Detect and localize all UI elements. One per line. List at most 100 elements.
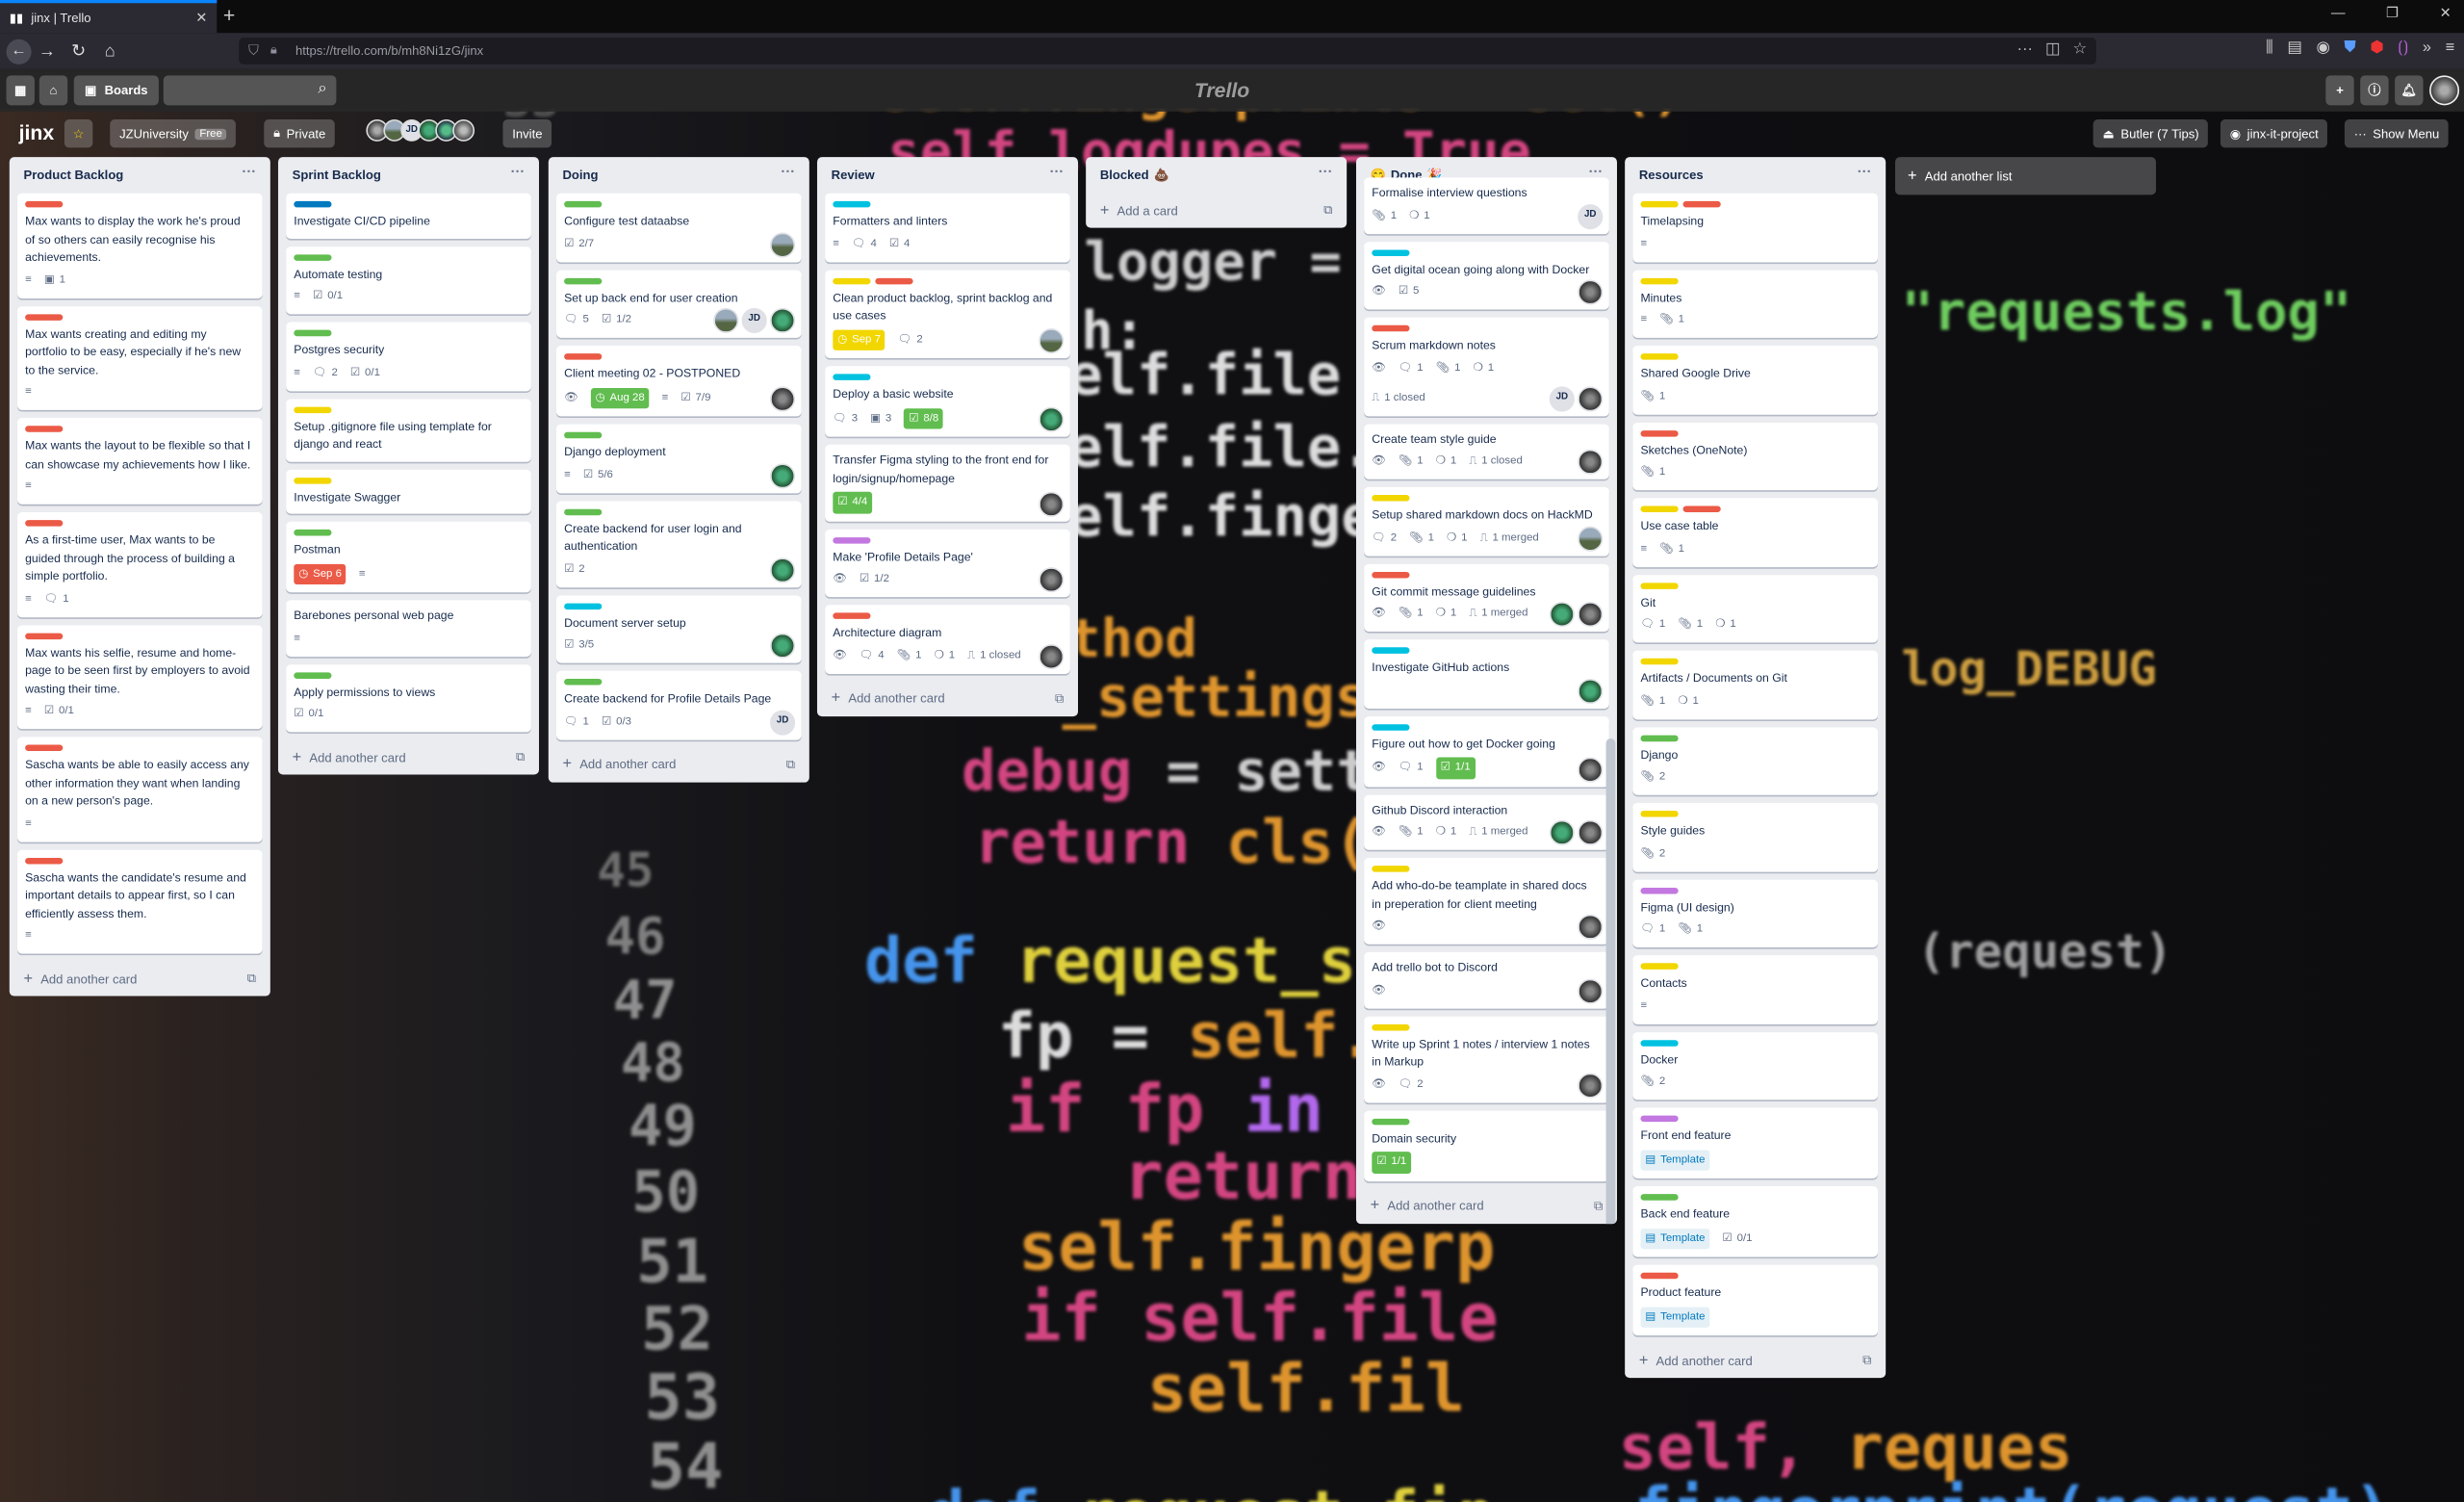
card-labels[interactable] [294,477,523,483]
card-labels[interactable] [294,200,523,208]
create-from-template-icon[interactable]: ⧉ [247,971,256,986]
card[interactable]: Max wants creating and editing my portfo… [16,305,263,410]
card-labels[interactable] [564,602,793,609]
card[interactable]: Barebones personal web page ≡ [286,600,531,657]
forward-icon[interactable]: → [32,41,64,61]
label-yellow[interactable] [1640,505,1679,512]
label-red[interactable] [1640,1272,1679,1280]
label-purple[interactable] [833,536,871,543]
card-labels[interactable] [833,536,1062,543]
hamburger-menu-icon[interactable]: ≡ [2446,39,2455,57]
library-icon[interactable]: ⫼ [2266,39,2273,57]
list-menu-icon[interactable]: ··· [1858,164,1872,179]
apps-button[interactable]: ▦ [6,75,35,106]
create-from-template-icon[interactable]: ⧉ [516,749,525,764]
label-purple[interactable] [1640,1115,1679,1123]
card[interactable]: Configure test dataabse ☑ 2/7 [555,193,802,262]
account-icon[interactable]: ◉ [2316,39,2329,57]
label-red[interactable] [875,277,913,284]
card-labels[interactable] [1640,505,1869,512]
card-labels[interactable] [564,277,793,284]
label-yellow[interactable] [1640,658,1679,665]
page-actions-icon[interactable]: ··· [2017,40,2033,58]
label-red[interactable] [1682,505,1721,512]
create-button[interactable]: + [2325,75,2354,106]
label-red[interactable] [25,520,64,527]
label-yellow[interactable] [1640,963,1679,970]
avatar[interactable] [769,462,796,488]
close-window-icon[interactable]: ✕ [2440,5,2451,22]
pocket-icon[interactable]: ◫ [2045,40,2060,58]
card[interactable]: Timelapsing ≡ [1632,193,1879,262]
card[interactable]: Create backend for user login and authen… [555,500,802,587]
label-yellow[interactable] [294,405,332,413]
card-labels[interactable] [1640,734,1869,741]
label-red[interactable] [564,353,603,360]
card[interactable]: Django 📎︎ 2 [1632,726,1879,795]
card[interactable]: As a first-time user, Max wants to be gu… [16,511,263,617]
label-red[interactable] [25,426,64,432]
avatar[interactable] [769,307,796,333]
card-labels[interactable] [1372,1023,1601,1030]
card-labels[interactable] [294,253,523,261]
back-icon[interactable]: ← [6,38,32,65]
invite-button[interactable]: Invite [502,119,552,148]
create-from-template-icon[interactable]: ⧉ [1055,690,1064,706]
card-labels[interactable] [1640,1272,1869,1280]
avatar[interactable] [769,633,796,659]
card[interactable]: Front end feature ▤ Template [1632,1107,1879,1178]
label-green[interactable] [1640,734,1679,741]
list-header[interactable]: Sprint Backlog ··· [286,157,531,194]
card-labels[interactable] [1640,658,1869,665]
card[interactable]: Postgres security ≡ 🗨︎ 2 ☑ 0/1 [286,322,531,391]
label-green[interactable] [1372,1118,1410,1125]
bookmark-star-icon[interactable]: ☆ [2073,40,2088,58]
avatar[interactable] [1549,819,1575,845]
avatar[interactable] [1039,406,1065,432]
card-labels[interactable] [25,632,254,639]
create-from-template-icon[interactable]: ⧉ [786,757,795,772]
boards-button[interactable]: ▣ Boards [73,75,159,106]
add-card-button[interactable]: + Add another card ⧉ [1632,1343,1878,1378]
label-green[interactable] [564,507,603,515]
card[interactable]: Git 🗨︎ 1 📎︎ 1 ❍ 1 [1632,574,1879,643]
label-red[interactable] [1682,200,1721,208]
home-button[interactable]: ⌂ [38,75,68,106]
avatar[interactable] [1039,643,1065,669]
home-icon[interactable]: ⌂ [94,41,126,61]
label-yellow[interactable] [294,477,332,483]
card[interactable]: Back end feature ▤ Template ☑ 0/1 [1632,1186,1879,1257]
notifications-button[interactable]: 🔔︎ [2395,75,2424,106]
card-labels[interactable] [294,329,523,337]
avatar[interactable] [1578,914,1604,940]
card-labels[interactable] [25,520,254,527]
card-labels[interactable] [833,277,1062,284]
card[interactable]: Sascha wants be able to easily access an… [16,737,263,842]
label-green[interactable] [564,277,603,284]
card[interactable]: Set up back end for user creation 🗨︎ 5 ☑ 1/2… [555,269,802,338]
reload-icon[interactable]: ↻ [63,40,94,62]
avatar[interactable] [1578,819,1604,845]
card[interactable]: Create backend for Profile Details Page 🗨… [555,670,802,739]
card-labels[interactable] [25,857,254,864]
avatar[interactable]: JD [769,709,796,735]
card-labels[interactable] [833,612,1062,619]
url-bar[interactable]: ⛉ 🔒︎ https://trello.com/b/mh8Ni1zG/jinx … [239,38,2096,65]
card[interactable]: Figma (UI design) 🗨︎ 1 📎︎ 1 [1632,878,1879,947]
card[interactable]: Use case table ≡ 📎︎ 1 [1632,498,1879,567]
card-labels[interactable] [564,507,793,515]
avatar[interactable]: JD [741,307,767,333]
create-from-template-icon[interactable]: ⧉ [1594,1198,1603,1213]
create-from-template-icon[interactable]: ⧉ [1862,1353,1871,1368]
add-card-button[interactable]: + Add a card ⧉ [1093,194,1339,228]
card-labels[interactable] [1372,248,1601,256]
card-labels[interactable] [1372,723,1601,730]
minimize-icon[interactable]: — [2331,5,2346,22]
show-menu-button[interactable]: ··· Show Menu [2344,119,2450,148]
label-red[interactable] [25,200,64,208]
card-labels[interactable] [1372,866,1601,872]
tracking-shield-icon[interactable]: ⛉ [248,42,259,60]
browser-tab[interactable]: ▮▮ jinx | Trello ✕ [0,0,218,34]
label-blue[interactable] [294,200,332,208]
add-card-button[interactable]: + Add another card ⧉ [1364,1188,1609,1223]
